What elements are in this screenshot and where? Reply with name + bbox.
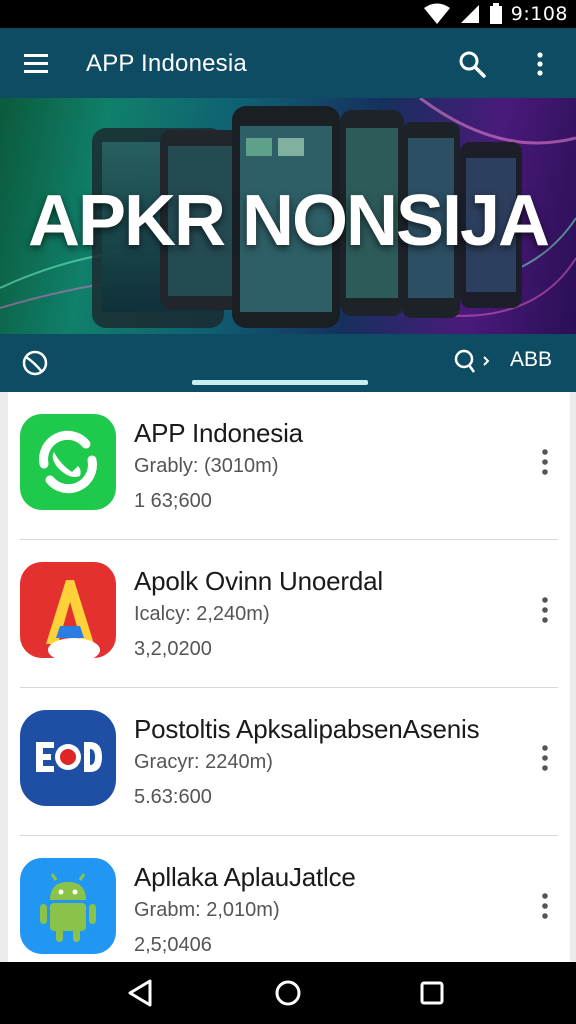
app-bar: APP Indonesia xyxy=(0,28,576,98)
home-button[interactable] xyxy=(268,975,308,1011)
status-bar: 9:108 xyxy=(0,0,576,28)
more-vert-icon xyxy=(542,449,548,475)
more-vert-icon xyxy=(542,745,548,771)
status-time: 9:108 xyxy=(510,3,568,25)
banner-headline: APKR NONSIJA xyxy=(27,181,550,261)
list-item[interactable]: Apolk Ovinn Unoerdal Icalcy: 2,240m) 3,2… xyxy=(8,540,570,688)
recents-button[interactable] xyxy=(412,975,452,1011)
list-item[interactable]: Postoltis ApksalipabsenAsenis Gracyr: 22… xyxy=(8,688,570,836)
app-meta: Icalcy: 2,240m) xyxy=(134,603,270,625)
item-overflow-button[interactable] xyxy=(530,886,560,926)
app-meta: Gracyr: 2240m) xyxy=(134,751,273,773)
item-overflow-button[interactable] xyxy=(530,442,560,482)
app-name: Apllaka AplauJatlce xyxy=(134,862,356,892)
promo-banner[interactable]: APKR NONSIJA xyxy=(0,98,576,334)
list-item[interactable]: Apllaka AplauJatlce Grabm: 2,010m) 2,5;0… xyxy=(8,836,570,962)
system-nav-bar xyxy=(0,962,576,1024)
search-button[interactable] xyxy=(454,46,490,82)
app-download-count: 5.63:600 xyxy=(134,786,212,808)
android-icon xyxy=(20,858,116,954)
overflow-menu-button[interactable] xyxy=(526,46,554,82)
list-item[interactable]: APP Indonesia Grably: (3010m) 1 63;600 xyxy=(8,392,570,540)
menu-icon xyxy=(24,54,48,73)
signal-icon xyxy=(460,5,479,23)
app-name: Postoltis ApksalipabsenAsenis xyxy=(134,714,480,744)
home-icon xyxy=(275,980,301,1006)
app-meta: Grabm: 2,010m) xyxy=(134,899,280,921)
tab-label[interactable]: ABB xyxy=(510,348,552,372)
app-download-count: 2,5;0406 xyxy=(134,934,212,956)
tab-indicator xyxy=(192,380,368,385)
app-download-count: 1 63;600 xyxy=(134,490,212,512)
app-meta: Grably: (3010m) xyxy=(134,455,279,477)
content-area: APP Indonesia Grably: (3010m) 1 63;600 A… xyxy=(0,392,576,962)
tab-search[interactable] xyxy=(450,347,494,377)
tab-globe[interactable] xyxy=(20,348,50,378)
search-icon xyxy=(459,51,486,78)
menu-button[interactable] xyxy=(18,47,58,81)
search-icon xyxy=(454,349,490,373)
more-vert-icon xyxy=(542,597,548,623)
app-name: APP Indonesia xyxy=(134,418,303,448)
app-list: APP Indonesia Grably: (3010m) 1 63;600 A… xyxy=(8,392,570,962)
recents-icon xyxy=(420,981,444,1005)
app-name: Apolk Ovinn Unoerdal xyxy=(134,566,383,596)
tab-strip: ABB xyxy=(0,334,576,392)
globe-icon xyxy=(22,350,48,376)
app-download-count: 3,2,0200 xyxy=(134,638,212,660)
eod-icon xyxy=(20,710,116,806)
app-title: APP Indonesia xyxy=(86,50,247,77)
more-vert-icon xyxy=(542,893,548,919)
status-icons: 9:108 xyxy=(423,2,568,26)
more-vert-icon xyxy=(537,52,543,76)
item-overflow-button[interactable] xyxy=(530,738,560,778)
back-button[interactable] xyxy=(120,975,160,1011)
phone-refresh-icon xyxy=(20,414,116,510)
letter-a-icon xyxy=(20,562,116,658)
wifi-icon xyxy=(423,3,450,24)
back-icon xyxy=(128,979,152,1007)
item-overflow-button[interactable] xyxy=(530,590,560,630)
chevron-right-icon xyxy=(483,356,490,366)
battery-icon xyxy=(489,3,502,24)
